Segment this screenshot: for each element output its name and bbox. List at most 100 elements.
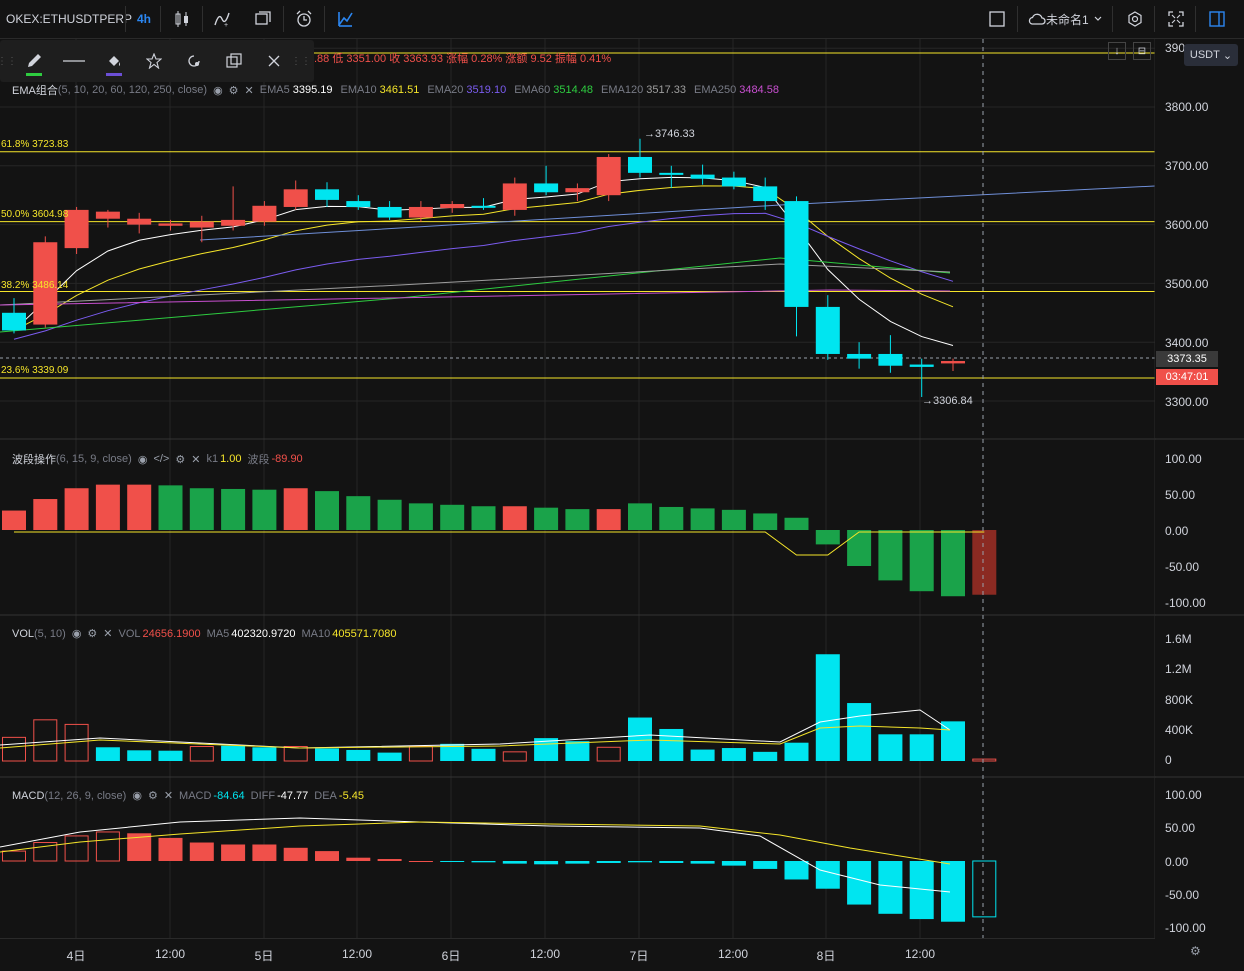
settings-icon[interactable]: ⚙	[1190, 944, 1201, 958]
candle-body	[315, 189, 339, 200]
wave-tick: -50.00	[1165, 560, 1200, 574]
macd-tick: -100.00	[1165, 921, 1206, 935]
ma10-label: MA10	[301, 627, 331, 640]
k1-label: k1	[206, 453, 219, 465]
macd-bar	[753, 861, 778, 869]
time-tick: 12:00	[529, 947, 561, 961]
macd-bar	[847, 861, 872, 905]
macd-legend: MACD (12, 26, 9, close) ◉ ⚙ ✕ MACD -84.6…	[12, 789, 364, 803]
price-tick: 3400.00	[1165, 336, 1209, 350]
candle-body	[815, 306, 840, 354]
volume-bar	[878, 734, 903, 761]
macd-bar	[502, 861, 527, 864]
close-icon[interactable]: ✕	[245, 84, 254, 97]
ema-legend-params: (5, 10, 20, 60, 120, 250, close)	[57, 84, 208, 96]
volume-bar	[189, 746, 214, 762]
close-icon[interactable]: ✕	[103, 627, 112, 640]
candle-body	[283, 189, 308, 207]
candle-body	[408, 206, 433, 218]
wave-bar	[158, 485, 183, 530]
time-axis[interactable]: 4日 12:00 5日 12:00 6日 12:00 7日 12:00 8日 1…	[0, 938, 1155, 971]
fib-label-500: 50.0% 3604.98	[1, 209, 69, 220]
ema-lines	[0, 176, 1156, 346]
time-tick: 4日	[66, 949, 86, 963]
ema-value: 3484.58	[739, 84, 779, 96]
candle-body	[941, 361, 965, 364]
wave-bar	[346, 496, 371, 530]
ema-value: 3517.33	[646, 84, 686, 96]
fill-color-icon[interactable]	[94, 40, 134, 82]
settings-icon[interactable]: ⚙	[229, 84, 239, 97]
eye-icon[interactable]: ◉	[213, 84, 223, 97]
volume-bar	[377, 752, 402, 761]
macd-axis[interactable]: 100.00 50.00 0.00 -50.00 -100.00	[1155, 778, 1244, 938]
volume-bar	[690, 749, 715, 761]
clone-icon[interactable]	[214, 40, 254, 82]
candle-body	[377, 206, 402, 218]
wave-bar	[33, 499, 58, 530]
drawing-toolbar: ⋮⋮ ⋮⋮	[0, 40, 314, 82]
macd-bar	[64, 835, 89, 862]
macd-legend-params: (12, 26, 9, close)	[44, 789, 127, 802]
vol-tick: 1.6M	[1165, 632, 1192, 646]
eye-icon[interactable]: ◉	[138, 453, 148, 466]
close-icon[interactable]: ✕	[191, 453, 200, 466]
wave-bar	[471, 506, 496, 530]
wave-value: -89.90	[271, 453, 303, 465]
eye-icon[interactable]: ◉	[132, 789, 142, 802]
wave-axis[interactable]: 100.00 50.00 0.00 -50.00 -100.00	[1155, 440, 1244, 614]
vol-legend-params: (5, 10)	[34, 627, 66, 640]
wave-histogram	[2, 484, 997, 597]
price-tick: 3300.00	[1165, 395, 1209, 409]
settings-icon[interactable]: ⚙	[87, 627, 97, 640]
fib-label-236: 23.6% 3339.09	[1, 365, 69, 376]
wave-bar	[690, 508, 715, 530]
macd-bar	[252, 844, 277, 861]
eye-icon[interactable]: ◉	[72, 627, 82, 640]
source-code-icon[interactable]: </>	[153, 453, 169, 465]
scroll-down-icon[interactable]: ↓	[1108, 42, 1126, 60]
pencil-icon[interactable]	[14, 40, 54, 82]
vol-tick: 0	[1165, 753, 1172, 767]
vol-axis[interactable]: 1.6M 1.2M 800K 400K 0	[1155, 616, 1244, 776]
line-style-icon[interactable]	[54, 40, 94, 82]
candle-body	[909, 364, 934, 367]
close-icon[interactable]	[254, 40, 294, 82]
time-tick: 12:00	[341, 947, 373, 961]
candle-body	[158, 223, 183, 226]
template-icon[interactable]	[174, 40, 214, 82]
settings-icon[interactable]: ⚙	[148, 789, 158, 802]
candle-body	[127, 218, 152, 225]
close-icon[interactable]: ✕	[164, 789, 173, 802]
settings-icon[interactable]: ⚙	[175, 453, 185, 466]
wave-tick: 50.00	[1165, 488, 1196, 502]
max-price-label: →3746.33	[644, 128, 695, 140]
fib-label-382: 38.2% 3486.14	[1, 280, 69, 291]
macd-bar	[628, 861, 652, 863]
wave-bar	[909, 530, 934, 592]
drag-handle-icon[interactable]: ⋮⋮	[0, 40, 17, 82]
ema-label: EMA10	[340, 84, 377, 96]
macd-bar	[721, 861, 746, 866]
volume-bar	[33, 719, 58, 762]
more-icon[interactable]: ⋮⋮	[291, 40, 311, 82]
wave-bar	[753, 513, 778, 530]
macd-bar	[158, 837, 183, 861]
diff-label: DIFF	[250, 789, 276, 802]
volume-bar	[753, 751, 778, 761]
wave-bar	[815, 530, 840, 545]
maximize-pane-icon[interactable]: ⊟	[1133, 42, 1151, 60]
time-tick: 6日	[441, 949, 461, 963]
candle-body	[721, 177, 746, 187]
currency-select[interactable]: USDT ⌄	[1184, 44, 1238, 66]
macd-bar	[565, 861, 590, 864]
volume-bar	[252, 747, 277, 761]
star-icon[interactable]	[134, 40, 174, 82]
wave-bar	[315, 491, 339, 530]
countdown-tag: 03:47:01	[1156, 369, 1218, 385]
volume-bar	[158, 750, 183, 761]
candle-body	[346, 201, 371, 207]
volume-bar	[315, 748, 339, 761]
volume-bar	[283, 746, 308, 762]
ema-value: 3461.51	[379, 84, 420, 96]
